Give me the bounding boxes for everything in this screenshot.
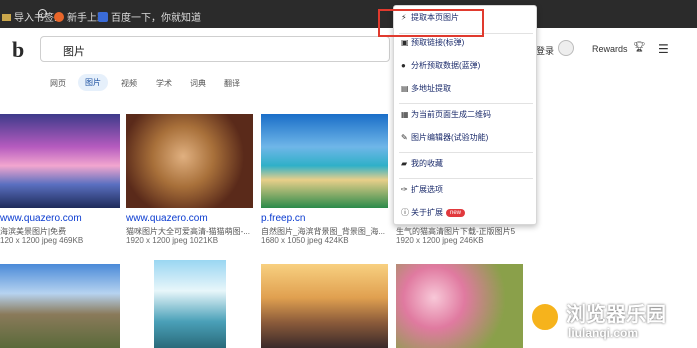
watermark-logo-icon xyxy=(530,302,560,332)
tab-dictionary[interactable]: 词典 xyxy=(190,78,206,89)
highlight-box xyxy=(378,9,484,37)
image-result-1[interactable] xyxy=(0,114,120,208)
tab-translate[interactable]: 翻译 xyxy=(224,78,240,89)
firefox-icon xyxy=(54,12,64,22)
search-tabs: 网页 图片 视频 学术 词典 翻译 xyxy=(0,74,697,94)
result-1-source[interactable]: www.quazero.com xyxy=(0,213,82,224)
globe-icon: ● xyxy=(401,61,406,70)
tab-web[interactable]: 网页 xyxy=(50,78,66,89)
baidu-icon xyxy=(98,12,108,22)
image-result-2[interactable] xyxy=(126,114,253,208)
menu-item-analyze-prefetch[interactable]: ● 分析预取数据(蓝弹) xyxy=(394,60,538,80)
image-result-3[interactable] xyxy=(261,114,388,208)
menu-item-extension-options[interactable]: ✑ 扩展选项 xyxy=(394,184,538,204)
image-result-8[interactable] xyxy=(396,264,523,348)
menu-item-favorites[interactable]: ▰ 我的收藏 xyxy=(394,158,538,178)
menu-item-qrcode[interactable]: ▦ 为当前页面生成二维码 xyxy=(394,109,538,129)
image-result-5[interactable] xyxy=(0,264,120,348)
result-2-meta: 1920 x 1200 jpeg 1021KB xyxy=(126,236,219,245)
menu-item-image-editor[interactable]: ✎ 图片编辑器(试验功能) xyxy=(394,132,538,152)
bing-logo[interactable]: b xyxy=(12,37,24,63)
bookmark-folder-icon xyxy=(2,14,11,21)
menu-item-about[interactable]: ⓘ 关于扩展 new xyxy=(394,207,538,227)
tab-images[interactable]: 图片 xyxy=(78,74,108,91)
trophy-icon[interactable]: 🏆︎ xyxy=(633,42,646,53)
menu-item-multi-address[interactable]: ▤ 多地址提取 xyxy=(394,83,538,103)
tab-academic[interactable]: 学术 xyxy=(156,78,172,89)
list-icon: ▤ xyxy=(401,84,409,93)
watermark: 浏览器乐园 liulanqi.com xyxy=(530,298,690,346)
watermark-title: 浏览器乐园 xyxy=(566,304,666,326)
edit-icon: ✎ xyxy=(401,133,408,142)
avatar[interactable] xyxy=(558,40,574,56)
new-badge: new xyxy=(446,209,466,217)
info-icon xyxy=(38,9,47,18)
menu-divider xyxy=(399,178,533,179)
result-3-meta: 1680 x 1050 jpeg 424KB xyxy=(261,236,349,245)
info-circle-icon: ⓘ xyxy=(401,208,409,217)
folder-icon: ▰ xyxy=(401,159,408,168)
hamburger-menu-icon[interactable]: ☰ xyxy=(658,42,669,56)
login-link[interactable]: 登录 xyxy=(536,44,554,57)
image-icon: ▣ xyxy=(401,38,409,47)
watermark-subtitle: liulanqi.com xyxy=(568,326,639,340)
bookmark-baidu[interactable]: 百度一下，你就知道 xyxy=(98,9,201,24)
bookmarks-bar: 导入书签... 新手上路 百度一下，你就知道 xyxy=(0,0,697,28)
result-2-source[interactable]: www.quazero.com xyxy=(126,213,208,224)
search-query: 图片 xyxy=(63,46,85,58)
wrench-icon: ✑ xyxy=(401,185,408,194)
menu-divider xyxy=(399,152,533,153)
image-result-6[interactable] xyxy=(154,260,226,348)
bookmark-info[interactable] xyxy=(38,9,47,21)
menu-divider xyxy=(399,103,533,104)
result-4-meta: 1920 x 1200 jpeg 246KB xyxy=(396,236,484,245)
menu-item-prefetch-links[interactable]: ▣ 预取链接(标弹) xyxy=(394,37,538,57)
rewards-link[interactable]: Rewards xyxy=(592,44,628,54)
image-result-7[interactable] xyxy=(261,264,388,348)
qrcode-icon: ▦ xyxy=(401,110,409,119)
extension-menu: ⚡︎ 提取本页图片 ▣ 预取链接(标弹) ● 分析预取数据(蓝弹) ▤ 多地址提取 ▦ 为… xyxy=(393,5,537,225)
search-input[interactable]: 图片 xyxy=(40,36,390,62)
result-3-source[interactable]: p.freep.cn xyxy=(261,213,305,224)
tab-videos[interactable]: 视频 xyxy=(121,78,137,89)
result-1-meta: 120 x 1200 jpeg 469KB xyxy=(0,236,84,245)
